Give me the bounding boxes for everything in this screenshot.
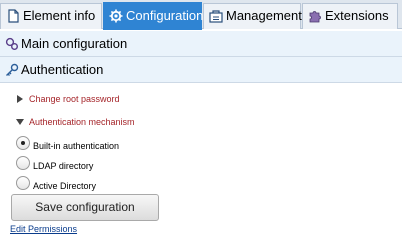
key-icon — [6, 63, 19, 76]
triangle-right-icon — [17, 95, 23, 103]
save-configuration-button[interactable]: Save configuration — [11, 194, 159, 221]
tab-configuration[interactable]: Configuration — [103, 2, 204, 30]
tab-bar: Element info Configuration Management Ex… — [0, 0, 402, 30]
config-icon — [5, 37, 18, 50]
radio-option-label: Active Directory — [33, 181, 97, 191]
radio-button[interactable] — [16, 156, 30, 170]
change-root-password-label: Change root password — [29, 94, 120, 104]
tab-management-label: Management — [226, 8, 302, 23]
edit-permissions-link[interactable]: Edit Permissions — [10, 224, 77, 234]
management-icon — [209, 10, 223, 23]
tab-element-info-label: Element info — [23, 8, 96, 23]
tree-item-authentication-mechanism[interactable]: Authentication mechanism — [16, 115, 135, 129]
radio-option-label: LDAP directory — [33, 161, 94, 171]
gear-icon — [109, 9, 123, 23]
triangle-down-icon — [16, 119, 24, 125]
tab-element-info[interactable]: Element info — [0, 3, 102, 29]
tab-extensions-label: Extensions — [325, 8, 389, 23]
section-authentication[interactable]: Authentication — [0, 57, 402, 83]
document-icon — [8, 9, 19, 23]
tab-management[interactable]: Management — [203, 3, 302, 29]
section-main-configuration-label: Main configuration — [21, 36, 128, 51]
section-main-configuration[interactable]: Main configuration — [0, 31, 402, 57]
tree-item-change-root-password[interactable]: Change root password — [16, 92, 120, 106]
radio-option-label: Built-in authentication — [33, 141, 120, 151]
radio-button[interactable] — [16, 176, 30, 190]
tab-configuration-label: Configuration — [126, 8, 204, 23]
radio-button[interactable] — [16, 136, 30, 150]
puzzle-icon — [309, 11, 321, 23]
authentication-mechanism-label: Authentication mechanism — [29, 117, 135, 127]
tab-extensions[interactable]: Extensions — [302, 3, 398, 29]
section-authentication-label: Authentication — [21, 62, 104, 77]
